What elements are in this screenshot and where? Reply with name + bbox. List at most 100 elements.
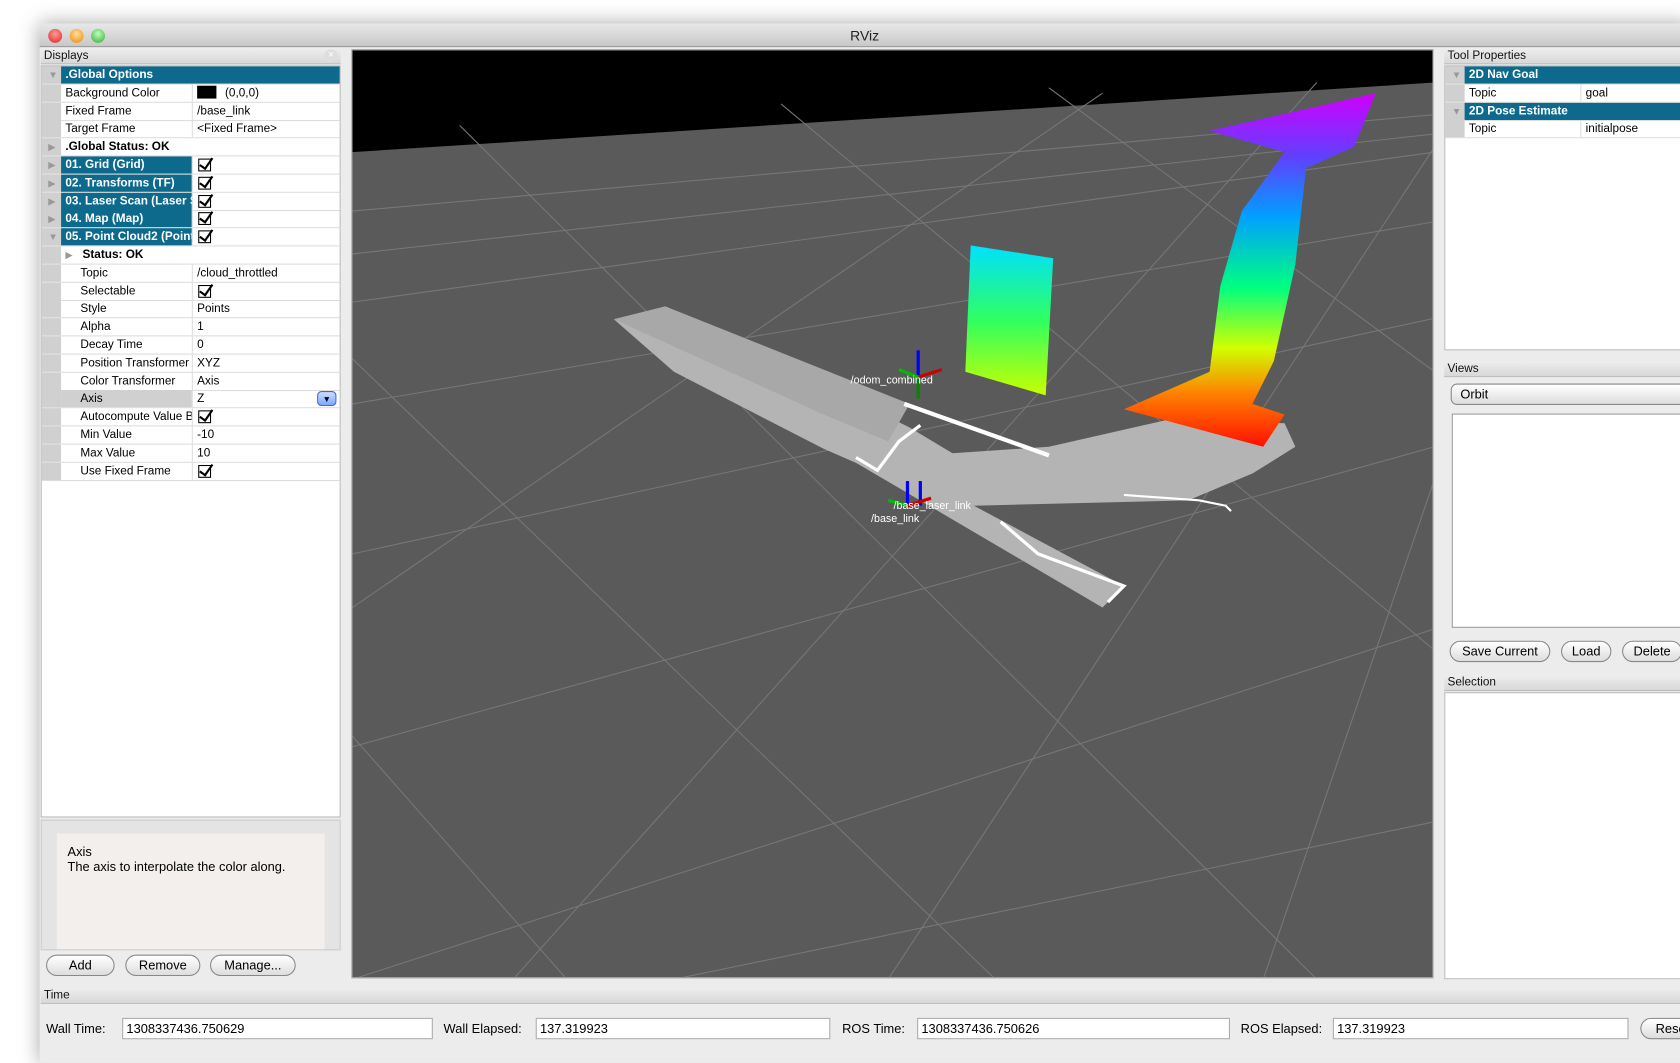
remove-display-button[interactable]: Remove (125, 954, 201, 977)
displays-tree[interactable]: ▼ .Global Options Background Color (0,0,0) F… (40, 65, 341, 818)
tree-row[interactable]: Position Transformer XYZ (41, 354, 340, 373)
tree-row-value[interactable] (191, 192, 340, 210)
tree-row[interactable]: Color Transformer Axis (41, 372, 340, 391)
tree-row-value[interactable]: -10 (191, 426, 340, 444)
color-swatch[interactable] (197, 85, 217, 99)
tree-row[interactable]: Decay Time 0 (41, 336, 340, 355)
checkbox[interactable] (198, 230, 212, 244)
value-text: 0 (197, 338, 204, 352)
collapse-arrow-icon[interactable]: ▼ (1452, 102, 1462, 119)
tree-row[interactable]: Axis Z ▼ (41, 390, 340, 409)
expand-arrow-icon[interactable]: ▶ (48, 192, 55, 209)
expand-arrow-icon[interactable]: ▶ (48, 138, 55, 155)
tree-row[interactable]: Alpha 1 (41, 318, 340, 337)
tool-group-row[interactable]: ▼ 2D Nav Goal (1445, 66, 1680, 85)
tree-row[interactable]: ▶ .Global Status: OK (41, 138, 340, 157)
tree-row-value[interactable]: (0,0,0) (191, 84, 340, 102)
tree-row-value[interactable]: Z ▼ (191, 390, 340, 408)
tool-property-row[interactable]: Topic goal (1445, 84, 1680, 103)
delete-view-button[interactable]: Delete (1622, 640, 1680, 663)
tree-row-value[interactable] (191, 228, 340, 246)
value-text: <Fixed Frame> (197, 122, 278, 136)
tree-row-value[interactable]: XYZ (191, 354, 340, 372)
reset-button[interactable]: Reset (1640, 1017, 1680, 1040)
tree-row-value[interactable] (191, 156, 340, 174)
expand-arrow-icon[interactable]: ▶ (48, 174, 55, 191)
tree-row[interactable]: ▼05. Point Cloud2 (PointCloud2) (41, 228, 340, 247)
tree-row[interactable]: Autocompute Value Bounds (41, 408, 340, 427)
tree-row[interactable]: Use Fixed Frame (41, 462, 340, 481)
tree-row[interactable]: Fixed Frame/base_link (41, 102, 340, 121)
3d-viewport[interactable]: /odom_combined /base_laser_link /base_li… (351, 49, 1434, 979)
tree-row[interactable]: Max Value 10 (41, 444, 340, 463)
tree-row[interactable]: Selectable (41, 282, 340, 301)
wall-elapsed-field[interactable]: 137.319923 (535, 1017, 831, 1040)
tree-row-label: 02. Transforms (TF) (61, 174, 192, 192)
description-box: Axis The axis to interpolate the color a… (56, 833, 325, 950)
close-panel-icon[interactable]: × (324, 49, 338, 63)
tree-gutter (41, 444, 62, 462)
tree-row[interactable]: ▶ Status: OK (41, 246, 340, 265)
tree-row-value[interactable]: Points (191, 300, 340, 318)
tree-row[interactable]: ▼ .Global Options (41, 66, 340, 85)
tree-row-label: Axis (61, 390, 192, 408)
tree-gutter (41, 336, 62, 354)
tree-row-label: Min Value (80, 428, 132, 442)
grid-line (357, 629, 1433, 978)
tree-row[interactable]: Topic/cloud_throttled (41, 264, 340, 283)
tree-row-value[interactable] (191, 408, 340, 426)
checkbox[interactable] (198, 194, 212, 208)
load-view-button[interactable]: Load (1561, 640, 1612, 663)
checkbox[interactable] (198, 212, 212, 226)
ros-elapsed-field[interactable]: 137.319923 (1332, 1017, 1629, 1040)
collapse-arrow-icon[interactable]: ▼ (1452, 66, 1462, 83)
tool-property-row[interactable]: Topic initialpose (1445, 120, 1680, 139)
tree-row[interactable]: Background Color (0,0,0) (41, 84, 340, 103)
tree-row-value[interactable]: 10 (191, 444, 340, 462)
views-list[interactable] (1451, 413, 1680, 628)
tree-gutter (41, 264, 62, 282)
tree-row-value[interactable]: <Fixed Frame> (191, 120, 340, 138)
save-current-view-button[interactable]: Save Current (1449, 640, 1551, 663)
selection-panel[interactable] (1444, 692, 1680, 980)
checkbox[interactable] (198, 284, 212, 298)
tree-row-value[interactable] (191, 174, 340, 192)
tree-row-value[interactable] (191, 210, 340, 228)
tool-properties-tree[interactable]: ▼ 2D Nav Goal Topic goal ▼ 2D Pose Estimate To… (1444, 65, 1680, 351)
tree-row[interactable]: Target Frame <Fixed Frame> (41, 120, 340, 139)
tree-row-value[interactable] (191, 282, 340, 300)
view-type-select[interactable]: Orbit (1450, 383, 1680, 405)
tree-row-value[interactable] (191, 462, 340, 480)
dropdown-arrow-icon[interactable]: ▼ (317, 391, 337, 407)
tool-property-value[interactable]: goal (1580, 84, 1680, 102)
tree-gutter (41, 390, 62, 408)
collapse-arrow-icon[interactable]: ▼ (48, 66, 58, 83)
expand-arrow-icon[interactable]: ▶ (65, 246, 72, 263)
ros-time-field[interactable]: 1308337436.750626 (917, 1017, 1230, 1040)
tree-row-value[interactable]: 0 (191, 336, 340, 354)
tool-property-value[interactable]: initialpose (1580, 120, 1680, 138)
tree-row[interactable]: Style Points (41, 300, 340, 319)
add-display-button[interactable]: Add (46, 954, 115, 977)
tree-row-value[interactable]: Axis (191, 372, 340, 390)
manage-displays-button[interactable]: Manage... (209, 954, 296, 977)
expand-arrow-icon[interactable]: ▶ (48, 156, 55, 173)
checkbox[interactable] (198, 410, 212, 424)
checkbox[interactable] (198, 176, 212, 190)
checkbox[interactable] (198, 464, 212, 478)
tree-row-value[interactable]: /base_link (191, 102, 340, 120)
tree-row[interactable]: ▶ 03. Laser Scan (Laser Scan) (41, 192, 340, 211)
tree-row[interactable]: ▶ 02. Transforms (TF) (41, 174, 340, 193)
tree-gutter (41, 318, 62, 336)
tree-row[interactable]: ▶ 01. Grid (Grid) (41, 156, 340, 175)
tool-group-row[interactable]: ▼ 2D Pose Estimate (1445, 102, 1680, 121)
expand-arrow-icon[interactable]: ▶ (48, 210, 55, 227)
tree-gutter (41, 246, 62, 264)
collapse-arrow-icon[interactable]: ▼ (48, 228, 58, 245)
tree-row[interactable]: Min Value -10 (41, 426, 340, 445)
tree-row-value[interactable]: /cloud_throttled (191, 264, 340, 282)
checkbox[interactable] (198, 158, 212, 172)
tree-row[interactable]: ▶ 04. Map (Map) (41, 210, 340, 229)
wall-time-field[interactable]: 1308337436.750629 (122, 1017, 433, 1040)
tree-row-value[interactable]: 1 (191, 318, 340, 336)
